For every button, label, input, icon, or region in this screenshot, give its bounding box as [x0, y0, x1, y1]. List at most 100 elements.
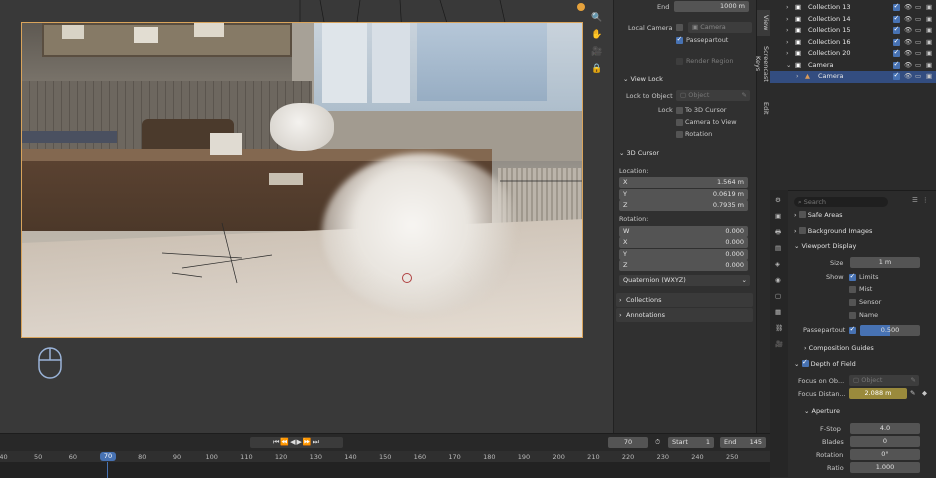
rotation-w-field[interactable]: W 0.000: [619, 226, 748, 237]
eye-icon[interactable]: 👁: [904, 38, 912, 46]
aperture-rotation-field[interactable]: 0°: [850, 449, 920, 460]
local-camera-field[interactable]: ▣ Camera: [688, 22, 752, 33]
view-lock-header[interactable]: ⌄ View Lock: [623, 75, 663, 83]
background-images-checkbox[interactable]: [798, 227, 806, 234]
eye-icon[interactable]: 👁: [904, 15, 912, 23]
outliner-row-collection-14[interactable]: › ▣ Collection 14 👁▭ ▣: [770, 14, 936, 26]
next-keyframe-icon[interactable]: ⏩: [303, 438, 313, 446]
tab-edit[interactable]: Edit: [757, 98, 770, 118]
tool-tab-icon[interactable]: ⚙: [775, 196, 781, 204]
monitor-icon[interactable]: ▭: [915, 38, 921, 46]
ratio-field[interactable]: 1.000: [850, 462, 920, 473]
include-checkbox[interactable]: [893, 25, 900, 34]
include-checkbox[interactable]: [893, 48, 900, 57]
eye-icon[interactable]: 👁: [904, 26, 912, 34]
collections-panel-header[interactable]: › Collections: [616, 293, 753, 307]
display-size-field[interactable]: 1 m: [850, 257, 920, 268]
constraints-tab-icon[interactable]: ⛓: [775, 324, 783, 332]
depth-of-field-checkbox[interactable]: [801, 358, 809, 367]
lock-icon[interactable]: 🔒: [590, 62, 604, 76]
rotation-lock-checkbox[interactable]: [676, 131, 683, 138]
filter-icon[interactable]: ☰: [912, 196, 918, 204]
camera-view[interactable]: [21, 22, 583, 338]
include-checkbox[interactable]: [893, 71, 900, 80]
data-tab-icon[interactable]: 🎥: [775, 340, 783, 348]
include-checkbox[interactable]: [893, 37, 900, 46]
monitor-icon[interactable]: ▭: [915, 49, 921, 57]
stopwatch-icon[interactable]: ⏱: [655, 438, 660, 447]
location-x-field[interactable]: X 1.564 m: [619, 177, 748, 188]
render-camera-icon[interactable]: ▣: [926, 72, 932, 80]
jump-end-icon[interactable]: ⏭: [313, 438, 320, 446]
render-region-checkbox[interactable]: [676, 58, 683, 65]
viewport-display-panel[interactable]: ⌄ Viewport Display: [794, 242, 856, 250]
blades-field[interactable]: 0: [850, 436, 920, 447]
pan-hand-icon[interactable]: ✋: [590, 28, 604, 42]
safe-areas-checkbox[interactable]: [798, 211, 806, 218]
collection-tab-icon[interactable]: ▢: [775, 292, 781, 300]
sensor-checkbox[interactable]: [849, 299, 856, 306]
end-frame-field[interactable]: End 145: [720, 437, 766, 448]
outliner-row-collection-15[interactable]: › ▣ Collection 15 👁▭ ▣: [770, 25, 936, 37]
eyedropper-icon[interactable]: ✎: [910, 389, 915, 397]
monitor-icon[interactable]: ▭: [915, 15, 921, 23]
monitor-icon[interactable]: ▭: [915, 72, 921, 80]
render-camera-icon[interactable]: ▣: [926, 3, 932, 11]
passepartout-alpha-slider[interactable]: 0.500: [860, 325, 920, 336]
eyedropper-icon[interactable]: ✎: [742, 90, 747, 101]
object-tab-icon[interactable]: ▦: [775, 308, 781, 316]
rotation-mode-dropdown[interactable]: Quaternion (WXYZ) ⌄: [619, 275, 750, 286]
render-camera-icon[interactable]: ▣: [926, 26, 932, 34]
chevron-right-icon[interactable]: ›: [786, 26, 789, 34]
include-checkbox[interactable]: [893, 2, 900, 11]
world-tab-icon[interactable]: ◉: [775, 276, 781, 284]
3d-cursor-header[interactable]: ⌄ 3D Cursor: [619, 149, 659, 157]
rotation-x-field[interactable]: X 0.000: [619, 237, 748, 248]
outliner-row-collection-20[interactable]: › ▣ Collection 20 👁▭ ▣: [770, 48, 936, 60]
passepartout-prop-checkbox[interactable]: [849, 325, 856, 334]
timeline[interactable]: ⏮⏪◀▶⏩⏭ 70 ⏱ Start 1 End 145 40 50 60 70 80 90 10…: [0, 433, 770, 478]
eyedropper-icon[interactable]: ✎: [911, 375, 916, 386]
background-images-panel[interactable]: › Background Images: [794, 227, 872, 235]
render-camera-icon[interactable]: ▣: [926, 38, 932, 46]
scene-tab-icon[interactable]: ◈: [775, 260, 780, 268]
passepartout-checkbox[interactable]: [676, 35, 683, 44]
zoom-icon[interactable]: 🔍: [590, 11, 604, 25]
composition-guides-panel[interactable]: › Composition Guides: [804, 344, 874, 352]
safe-areas-panel[interactable]: › Safe Areas: [794, 211, 843, 219]
render-tab-icon[interactable]: ▣: [775, 212, 781, 220]
eye-icon[interactable]: 👁: [904, 49, 912, 57]
render-camera-icon[interactable]: ▣: [926, 61, 932, 69]
properties-search-input[interactable]: ⌕ Search: [794, 197, 888, 207]
tab-view[interactable]: View: [757, 10, 770, 36]
rotation-y-field[interactable]: Y 0.000: [619, 249, 748, 260]
annotations-panel-header[interactable]: › Annotations: [616, 308, 753, 322]
render-camera-icon[interactable]: ▣: [926, 15, 932, 23]
playhead-marker[interactable]: 70: [100, 452, 116, 461]
outliner-row-camera[interactable]: › ▲ Camera 👁▭ ▣: [770, 71, 936, 83]
render-camera-icon[interactable]: ▣: [926, 49, 932, 57]
include-checkbox[interactable]: [893, 14, 900, 23]
location-z-field[interactable]: Z 0.7935 m: [619, 200, 748, 211]
lock-to-object-field[interactable]: ▢ Object ✎: [676, 90, 750, 101]
mist-checkbox[interactable]: [849, 286, 856, 293]
tab-screencast-keys[interactable]: Screencast Keys: [754, 38, 770, 90]
keyframe-area[interactable]: [0, 462, 770, 478]
playback-controls[interactable]: ⏮⏪◀▶⏩⏭: [250, 437, 343, 448]
outliner-row-collection-13[interactable]: › ▣ Collection 13 👁▭ ▣: [770, 2, 936, 14]
prev-keyframe-icon[interactable]: ⏪: [280, 438, 290, 446]
depth-of-field-panel[interactable]: ⌄ Depth of Field: [794, 358, 856, 368]
rotation-z-field[interactable]: Z 0.000: [619, 260, 748, 271]
3d-viewport[interactable]: 🔍 ✋ 🎥 🔒: [0, 0, 613, 433]
focus-distance-field[interactable]: 2.088 m: [849, 388, 907, 399]
to-3d-cursor-checkbox[interactable]: [676, 107, 683, 114]
keyframe-icon[interactable]: ◆: [922, 389, 927, 397]
chevron-right-icon[interactable]: ›: [796, 72, 799, 80]
name-checkbox[interactable]: [849, 312, 856, 319]
aperture-panel[interactable]: ⌄ Aperture: [804, 407, 840, 415]
chevron-right-icon[interactable]: ›: [786, 3, 789, 11]
eye-icon[interactable]: 👁: [904, 3, 912, 11]
chevron-right-icon[interactable]: ›: [786, 49, 789, 57]
current-frame-field[interactable]: 70: [608, 437, 648, 448]
monitor-icon[interactable]: ▭: [915, 26, 921, 34]
